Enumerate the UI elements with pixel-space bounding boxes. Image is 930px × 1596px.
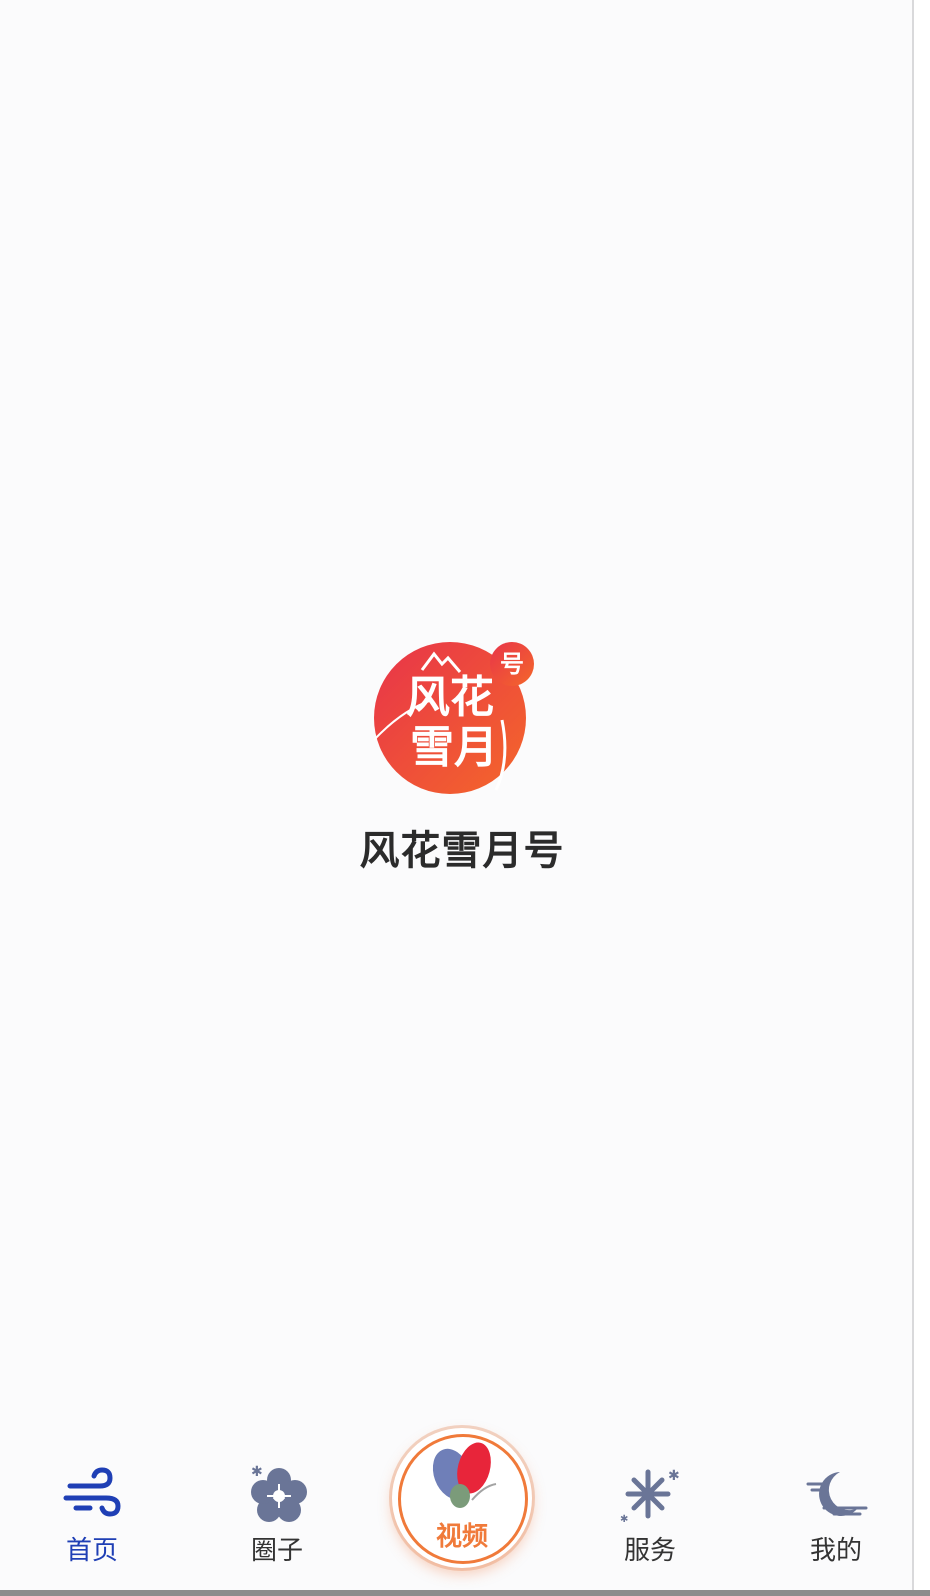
tab-circle-label: 圈子 xyxy=(250,1536,303,1566)
app-name: 风花雪月号 xyxy=(359,828,565,874)
splash-screen: 号 风花 雪月 风花雪月号 xyxy=(0,640,912,880)
tab-home-label: 首页 xyxy=(65,1536,118,1566)
logo-badge: 号 xyxy=(500,650,524,678)
butterfly-icon xyxy=(432,1442,497,1508)
svg-text:✱: ✱ xyxy=(251,1464,263,1480)
logo-text-line1: 风花 xyxy=(406,672,494,723)
bottom-edge xyxy=(0,1590,930,1596)
tab-me-label: 我的 xyxy=(809,1536,862,1566)
moon-icon xyxy=(806,1472,868,1516)
logo-text-line2: 雪月 xyxy=(410,722,498,773)
tab-home[interactable]: 首页 xyxy=(27,1464,157,1574)
app-logo: 号 风花 雪月 xyxy=(372,640,552,810)
bottom-tab-bar: 首页 ✱ 圈子 视频 ✱ ✱ 服务 我的 xyxy=(0,1420,930,1596)
tab-video[interactable]: 视频 xyxy=(392,1428,532,1568)
tab-video-label: 视频 xyxy=(435,1522,488,1552)
snowflake-icon: ✱ ✱ xyxy=(620,1468,680,1524)
window-edge xyxy=(912,0,930,1596)
svg-text:✱: ✱ xyxy=(620,1514,628,1524)
wind-icon xyxy=(63,1467,121,1517)
logo-icon: 号 风花 雪月 xyxy=(373,642,534,794)
tab-me[interactable]: 我的 xyxy=(771,1464,901,1574)
tab-service[interactable]: ✱ ✱ 服务 xyxy=(585,1464,715,1574)
svg-text:✱: ✱ xyxy=(668,1468,680,1484)
flower-icon: ✱ xyxy=(251,1464,307,1522)
tab-service-label: 服务 xyxy=(623,1536,676,1566)
tab-circle[interactable]: ✱ 圈子 xyxy=(212,1464,342,1574)
